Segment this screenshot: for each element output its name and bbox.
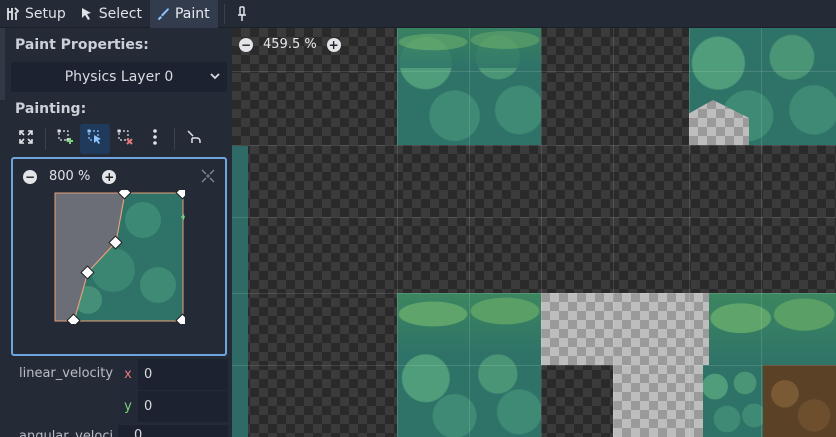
zoom-out-button[interactable]: − [23, 169, 37, 184]
tileset-viewport[interactable]: − 459.5 % + [232, 28, 836, 437]
tileset-editor: Setup Select Paint Paint Properties: Phy… [0, 0, 836, 437]
select-cursor-icon [80, 7, 94, 21]
edit-points-button[interactable] [80, 124, 110, 154]
viewport-left-strip [232, 146, 248, 437]
tile-dirt[interactable] [763, 365, 836, 437]
pin-icon [237, 5, 247, 22]
angular-velocity-label: angular_veloci [19, 429, 114, 437]
angular-velocity-field[interactable]: 0 [118, 425, 228, 437]
more-options-icon [152, 128, 158, 150]
pin-button[interactable] [231, 0, 253, 28]
expand-icon [18, 129, 34, 149]
y-value: 0 [144, 399, 153, 414]
painting-title: Painting: [15, 101, 87, 117]
y-axis-label: y [118, 391, 138, 422]
linear-velocity-y-field[interactable]: y 0 [118, 391, 228, 422]
select-tab[interactable]: Select [74, 0, 150, 28]
x-axis-label: x [118, 359, 138, 390]
chevron-down-icon [209, 70, 221, 86]
select-label: Select [98, 5, 142, 22]
delete-points-icon [116, 128, 134, 150]
setup-tab[interactable]: Setup [0, 0, 74, 28]
physics-layer-value: Physics Layer 0 [64, 69, 174, 85]
paint-label: Paint [174, 5, 210, 22]
viewport-zoom-controls: − 459.5 % + [239, 37, 341, 52]
grid-line [469, 28, 470, 437]
delete-points-button[interactable] [110, 124, 140, 154]
zoom-in-button[interactable]: + [102, 169, 117, 184]
linear-velocity-x-field[interactable]: x 0 [118, 359, 228, 390]
paint-properties-title: Paint Properties: [15, 37, 149, 53]
add-points-button[interactable] [50, 124, 80, 154]
grid-line [761, 28, 762, 437]
grid-line [613, 28, 614, 437]
flip-button[interactable] [179, 124, 209, 154]
center-view-icon[interactable] [201, 168, 215, 187]
viewport-zoom-value: 459.5 % [263, 37, 317, 52]
grid-line [541, 28, 542, 437]
grid-line [232, 365, 836, 366]
grid-line [232, 293, 836, 294]
angular-value: 0 [134, 427, 143, 437]
toolbar-divider [223, 3, 225, 24]
tile-empty-a[interactable] [541, 293, 613, 365]
setup-label: Setup [25, 5, 66, 22]
panel-resize-edge[interactable] [0, 28, 5, 100]
tool-divider-2 [174, 128, 175, 150]
polygon-zoom-value: 800 % [49, 169, 91, 184]
tool-divider [45, 128, 46, 150]
paint-brush-icon [156, 7, 170, 21]
painting-toolbar [11, 124, 209, 154]
polygon-zoom-controls: − 800 % + [23, 169, 117, 184]
more-options-button[interactable] [140, 124, 170, 154]
physics-layer-select[interactable]: Physics Layer 0 [11, 62, 227, 92]
setup-icon [6, 6, 20, 21]
grid-line [232, 71, 836, 72]
flip-icon [186, 129, 202, 149]
top-toolbar: Setup Select Paint [0, 0, 836, 28]
viewport-zoom-in-button[interactable]: + [326, 37, 341, 52]
grid-line [232, 145, 836, 146]
polygon-editor[interactable]: − 800 % + [11, 157, 227, 356]
grid-line [689, 28, 690, 437]
add-points-icon [56, 128, 74, 150]
x-value: 0 [144, 367, 153, 382]
paint-tab[interactable]: Paint [149, 0, 218, 28]
tile-atlas-bottom-right-top[interactable] [709, 293, 836, 365]
tile-atlas-bottom-right[interactable] [703, 365, 763, 437]
edit-points-icon [86, 128, 104, 150]
grid-line [232, 217, 836, 218]
tile-polygon-canvas[interactable] [53, 190, 185, 324]
viewport-zoom-out-button[interactable]: − [239, 37, 253, 52]
expand-button[interactable] [11, 124, 41, 154]
linear-velocity-label: linear_velocity [19, 366, 114, 381]
grid-line [397, 28, 398, 437]
